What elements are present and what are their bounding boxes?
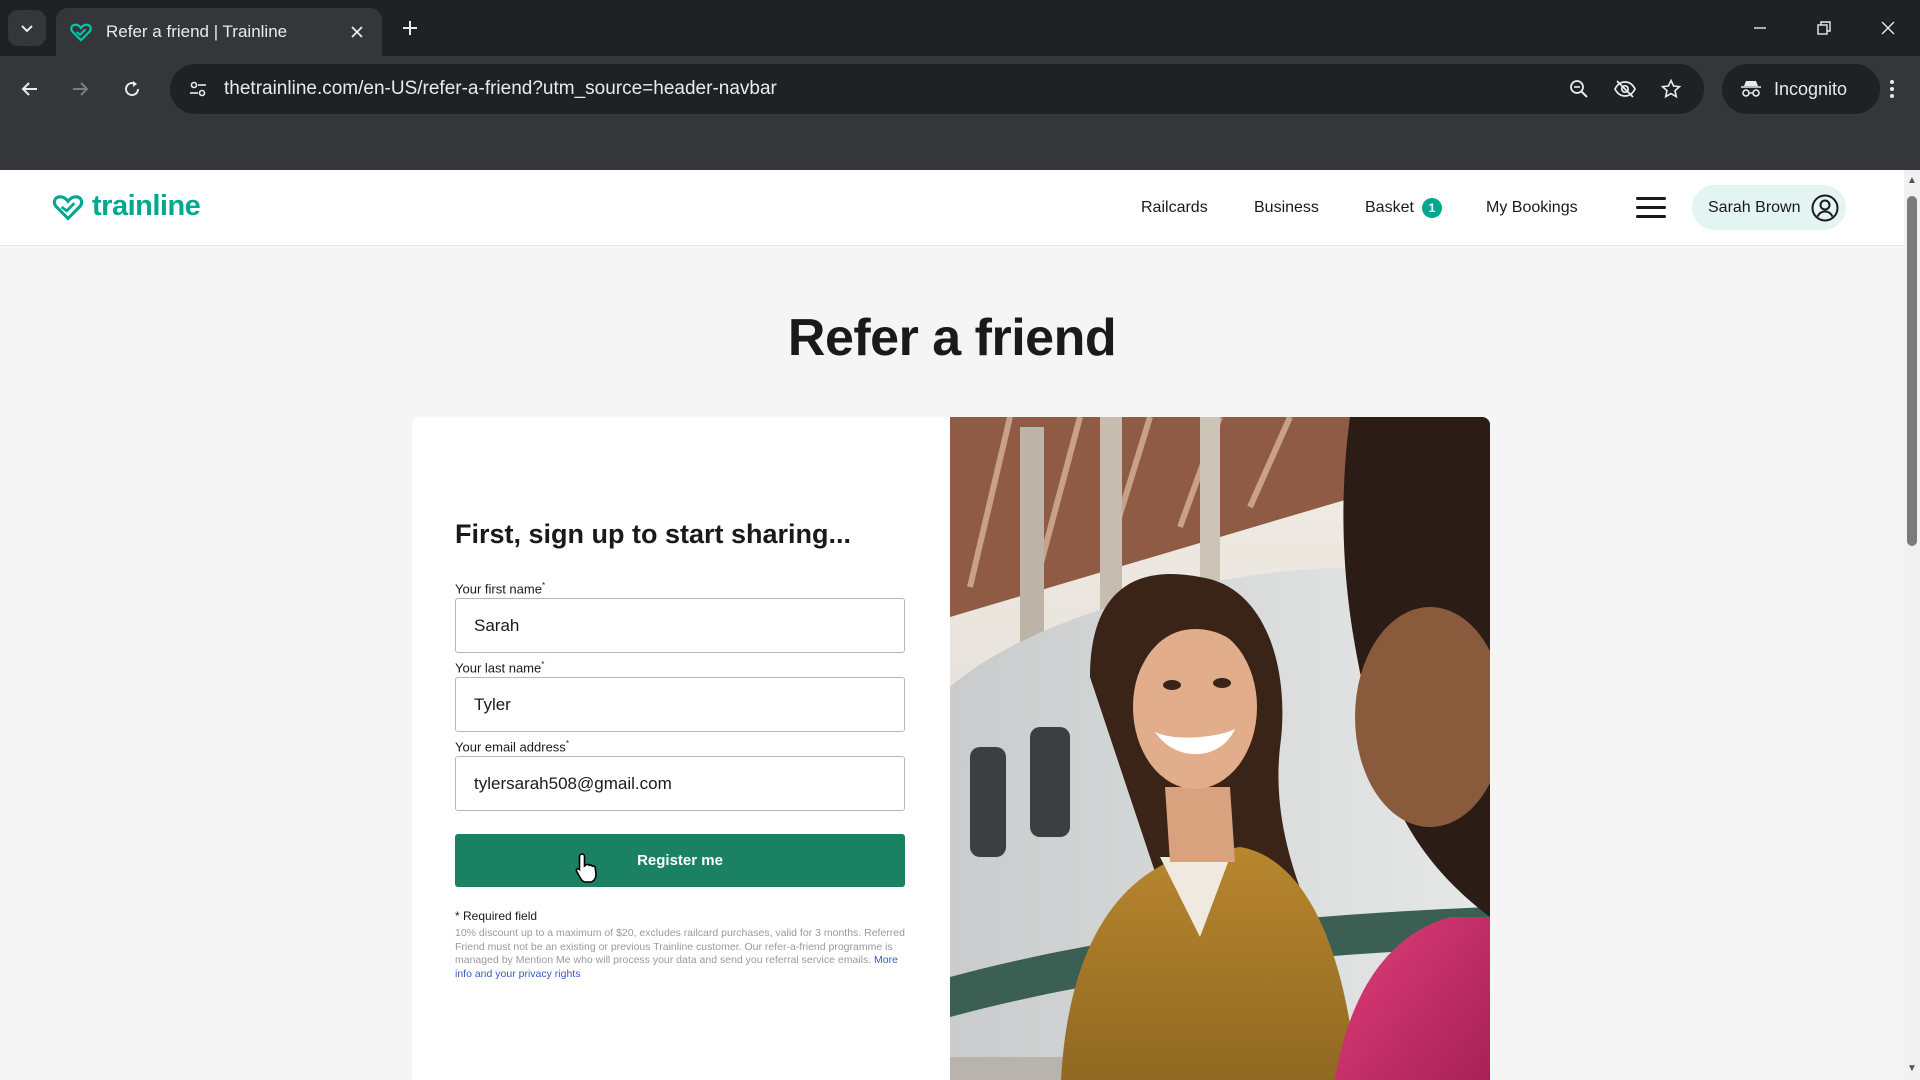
signup-form: First, sign up to start sharing... Your … — [412, 417, 950, 1080]
trainline-heart-icon — [52, 194, 84, 221]
minimize-button[interactable] — [1736, 10, 1784, 46]
user-name: Sarah Brown — [1708, 198, 1801, 216]
tab-title: Refer a friend | Trainline — [106, 22, 288, 41]
first-name-input[interactable] — [455, 598, 905, 653]
back-button[interactable] — [10, 69, 50, 109]
browser-menu-button[interactable] — [1872, 69, 1912, 109]
last-name-input[interactable] — [455, 677, 905, 732]
minimize-icon — [1754, 27, 1766, 29]
browser-tabstrip: Refer a friend | Trainline — [0, 0, 1920, 56]
bookmarks-bar — [0, 122, 1920, 170]
email-input[interactable] — [455, 756, 905, 811]
reload-button[interactable] — [112, 69, 152, 109]
bookmark-star-icon[interactable] — [1654, 72, 1688, 106]
nav-railcards-label: Railcards — [1141, 198, 1208, 216]
address-bar[interactable]: thetrainline.com/en-US/refer-a-friend?ut… — [170, 64, 1704, 114]
forward-button[interactable] — [60, 69, 100, 109]
incognito-label: Incognito — [1774, 78, 1848, 99]
plus-icon — [403, 21, 417, 35]
last-name-label: Your last name* — [455, 660, 545, 676]
register-button[interactable]: Register me — [455, 834, 905, 887]
required-marker: * — [541, 660, 545, 669]
hero-photo-illustration — [950, 417, 1490, 1080]
referral-card: First, sign up to start sharing... Your … — [412, 417, 1490, 1080]
page-viewport: trainline Railcards Business Basket 1 My… — [0, 170, 1904, 1080]
arrow-right-icon — [73, 82, 89, 96]
fine-print-text: 10% discount up to a maximum of $20, exc… — [455, 927, 905, 966]
required-marker: * — [565, 739, 569, 748]
browser-tab-active[interactable]: Refer a friend | Trainline — [56, 8, 382, 56]
first-name-label: Your first name* — [455, 581, 546, 597]
required-field-note: * Required field — [455, 909, 538, 923]
form-heading: First, sign up to start sharing... — [455, 519, 852, 549]
nav-my-bookings-label: My Bookings — [1486, 198, 1578, 216]
page-title: Refer a friend — [787, 309, 1117, 367]
more-vert-icon — [1890, 80, 1894, 98]
nav-business-label: Business — [1254, 198, 1319, 216]
required-marker: * — [541, 581, 546, 590]
nav-business[interactable]: Business — [1254, 170, 1319, 245]
hamburger-menu-icon[interactable] — [1636, 192, 1666, 222]
browser-toolbar: thetrainline.com/en-US/refer-a-friend?ut… — [0, 56, 1920, 122]
close-window-button[interactable] — [1864, 10, 1912, 46]
restore-button[interactable] — [1800, 10, 1848, 46]
incognito-icon — [1741, 81, 1761, 97]
fine-print: 10% discount up to a maximum of $20, exc… — [455, 927, 905, 981]
tab-search-button[interactable] — [8, 10, 46, 46]
url-text[interactable]: thetrainline.com/en-US/refer-a-friend?ut… — [224, 78, 1562, 100]
logo-text: trainline — [92, 190, 201, 222]
chevron-down-icon — [21, 25, 33, 33]
restore-icon — [1817, 21, 1831, 35]
incognito-indicator[interactable]: Incognito — [1722, 64, 1880, 114]
user-avatar-icon — [1811, 194, 1838, 221]
account-button[interactable]: Sarah Brown — [1692, 185, 1846, 230]
nav-basket-label: Basket — [1365, 198, 1414, 216]
trainline-favicon-icon — [70, 21, 92, 43]
tracking-protection-icon[interactable] — [1608, 72, 1642, 106]
trainline-logo[interactable]: trainline — [52, 190, 201, 223]
site-header: trainline Railcards Business Basket 1 My… — [0, 170, 1904, 245]
zoom-icon[interactable] — [1562, 72, 1596, 106]
close-tab-icon[interactable] — [346, 21, 368, 43]
basket-count-badge: 1 — [1421, 197, 1442, 218]
scroll-up-icon[interactable]: ▲ — [1907, 176, 1917, 186]
arrow-left-icon — [21, 82, 37, 96]
nav-railcards[interactable]: Railcards — [1141, 170, 1208, 245]
scroll-down-icon[interactable]: ▼ — [1907, 1064, 1917, 1074]
email-label: Your email address* — [455, 739, 569, 755]
nav-my-bookings[interactable]: My Bookings — [1486, 170, 1578, 245]
new-tab-button[interactable] — [396, 14, 424, 42]
page-scrollbar[interactable]: ▲ ▼ — [1904, 170, 1920, 1080]
nav-basket[interactable]: Basket 1 — [1365, 170, 1442, 245]
close-icon — [1881, 21, 1895, 35]
site-settings-icon[interactable] — [176, 64, 220, 114]
reload-icon — [125, 81, 140, 97]
hero-photo — [950, 417, 1490, 1080]
mouse-cursor-icon — [575, 853, 597, 883]
scrollbar-thumb[interactable] — [1907, 196, 1917, 546]
